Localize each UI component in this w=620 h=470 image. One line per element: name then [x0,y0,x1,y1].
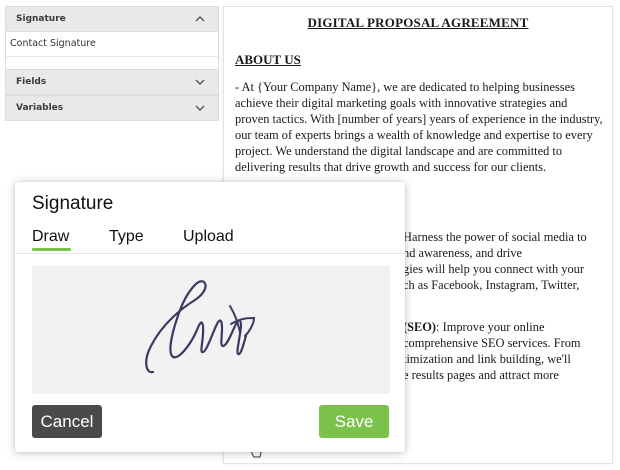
signature-draw-canvas[interactable] [32,266,390,394]
tab-draw[interactable]: Draw [32,228,69,246]
doc-line: gies will help you connect with your [403,262,585,276]
signature-tabs: Draw Type Upload [32,228,388,254]
save-button[interactable]: Save [319,405,389,438]
fields-section-header[interactable]: Fields [5,69,219,95]
doc-line: timization and link building, we'll [403,352,571,366]
sidebar-accordion: Signature Contact Signature Fields Varia… [5,6,219,121]
doc-line: e results pages and attract more [403,368,559,382]
chevron-down-icon[interactable] [194,76,206,88]
doc-line: nd awareness, and drive [403,246,523,260]
about-us-paragraph: - At {Your Company Name}, we are dedicat… [235,80,603,174]
doc-line: Harness the power of social media to [403,230,587,244]
signature-section-header[interactable]: Signature [5,6,219,32]
divider [15,253,405,254]
fields-section-title: Fields [16,77,47,87]
signature-section-title: Signature [16,14,66,24]
tab-upload[interactable]: Upload [183,228,234,246]
seo-bold-label: (SEO) [403,320,437,334]
doc-line: ch as Facebook, Instagram, Twitter, [403,278,580,292]
chevron-up-icon[interactable] [194,13,206,25]
variables-section-title: Variables [16,103,64,113]
document-title: DIGITAL PROPOSAL AGREEMENT [307,15,529,30]
signature-stroke [145,280,256,374]
signature-section-body: Contact Signature [5,32,219,69]
cancel-button[interactable]: Cancel [32,405,102,438]
chevron-down-icon[interactable] [194,102,206,114]
active-tab-indicator [32,248,71,251]
about-us-heading: ABOUT US [235,52,301,67]
divider [6,56,218,57]
contact-signature-item[interactable]: Contact Signature [10,38,96,49]
doc-line: : Improve your online [436,320,545,334]
doc-line: comprehensive SEO services. From [403,336,581,350]
modal-title: Signature [32,193,114,214]
tab-type[interactable]: Type [109,228,144,246]
signature-modal: Signature Draw Type Upload Cancel Save [15,182,405,452]
variables-section-header[interactable]: Variables [5,95,219,121]
